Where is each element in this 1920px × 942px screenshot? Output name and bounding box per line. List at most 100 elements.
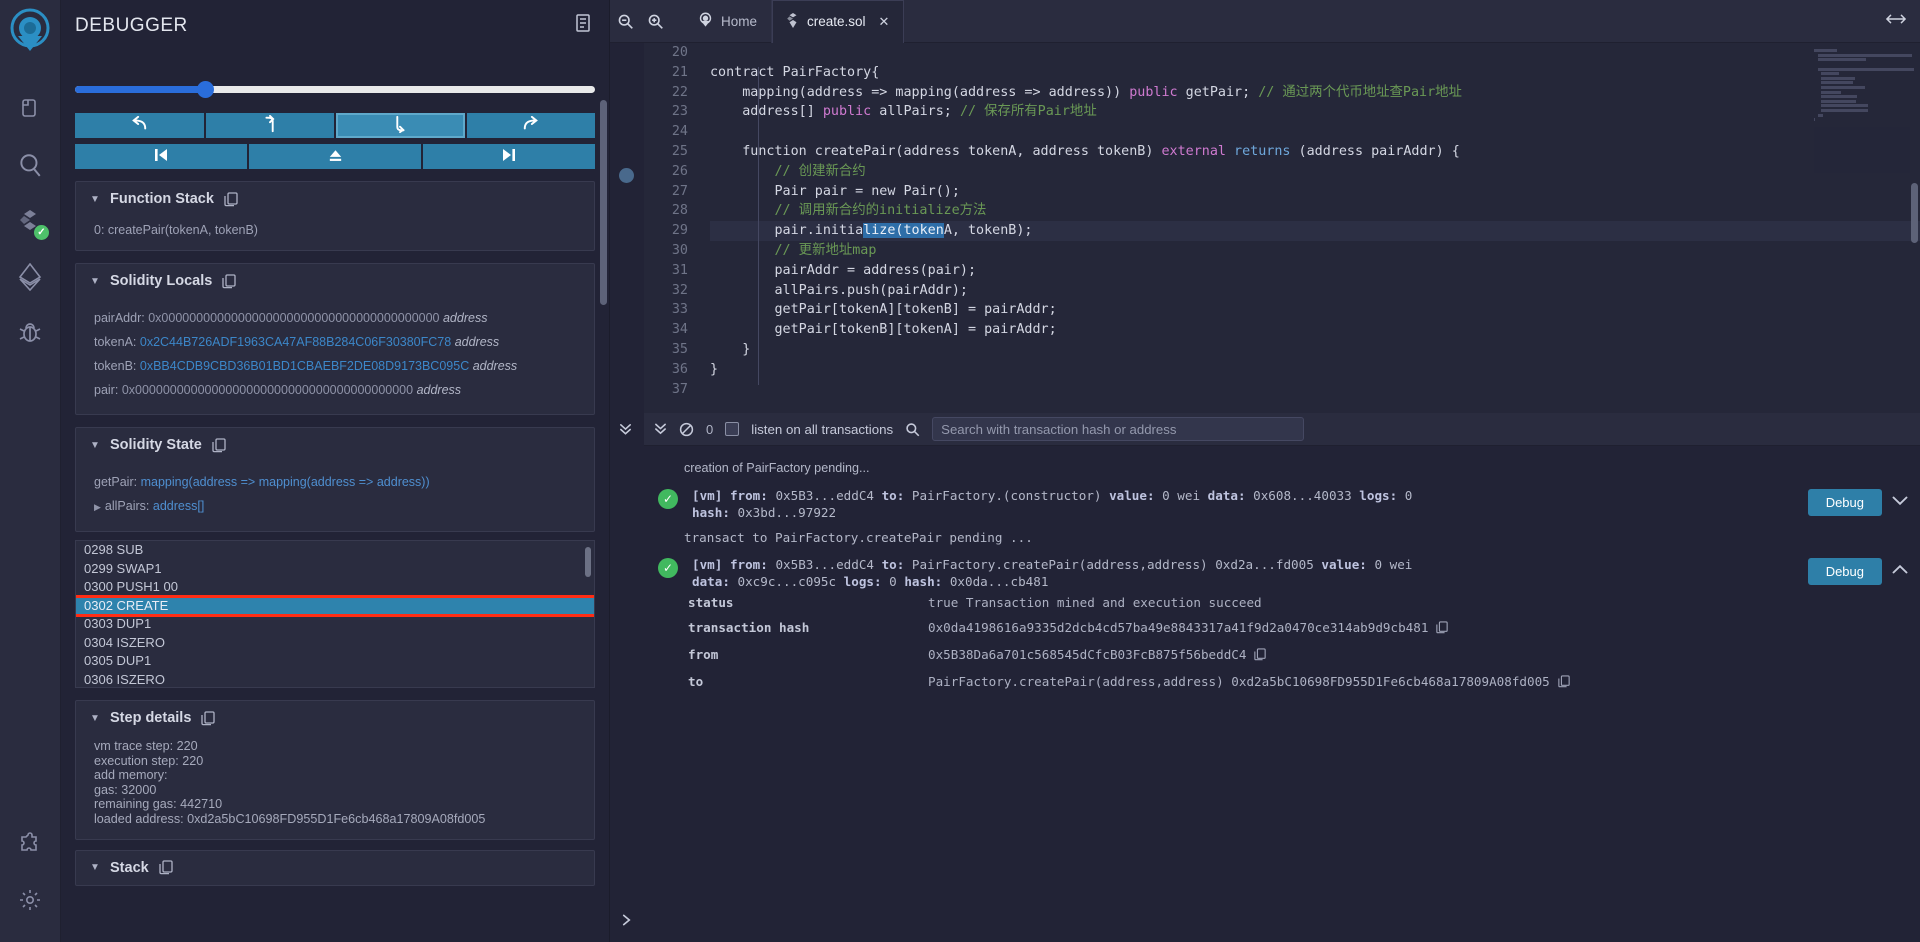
step-forward-button[interactable]	[467, 113, 596, 138]
editor-breakpoint-gutter[interactable]	[610, 43, 644, 413]
code-line[interactable]	[710, 43, 1920, 63]
editor-code-content[interactable]: contract PairFactory{ mapping(address =>…	[700, 43, 1920, 413]
remix-logo-icon[interactable]	[5, 6, 55, 61]
local-var-value: 0x2C44B726ADF1963CA47AF88B284C06F30380FC…	[140, 335, 451, 349]
zoom-out-icon[interactable]	[610, 0, 640, 43]
line-number: 26	[644, 162, 688, 182]
code-line[interactable]: // 创建新合约	[710, 162, 1920, 182]
opcode-row[interactable]: 0306 ISZERO	[76, 671, 594, 689]
code-line[interactable]	[710, 122, 1920, 142]
expand-editor-icon[interactable]	[1886, 12, 1920, 31]
breakpoint-marker-icon[interactable]	[619, 168, 634, 183]
search-icon[interactable]	[8, 143, 52, 187]
code-editor[interactable]: 202122232425262728293031323334353637 con…	[610, 43, 1920, 413]
code-line[interactable]	[710, 380, 1920, 400]
code-line[interactable]: contract PairFactory{	[710, 63, 1920, 83]
debugger-icon[interactable]	[8, 311, 52, 355]
opcode-list[interactable]: 0298 SUB0299 SWAP10300 PUSH1 000302 CREA…	[75, 540, 595, 688]
debug-button[interactable]: Debug	[1808, 489, 1882, 516]
step-details-header[interactable]: ▼ Step details	[76, 701, 594, 735]
tab-create-sol[interactable]: create.sol ✕	[772, 0, 904, 43]
copy-icon[interactable]	[1254, 648, 1266, 664]
copy-icon[interactable]	[222, 274, 236, 289]
code-line[interactable]: function createPair(address tokenA, addr…	[710, 142, 1920, 162]
page-title: DEBUGGER	[75, 15, 188, 37]
slider-thumb[interactable]	[197, 81, 214, 98]
code-line[interactable]: // 调用新合约的initialize方法	[710, 201, 1920, 221]
terminal-collapse-icon[interactable]	[618, 422, 633, 442]
copy-icon[interactable]	[1558, 675, 1570, 691]
solidity-locals-header[interactable]: ▼ Solidity Locals	[76, 264, 594, 298]
transaction-entry[interactable]: ✓[vm] from: 0x5B3...eddC4 to: PairFactor…	[644, 546, 1920, 590]
copy-icon[interactable]	[1436, 621, 1448, 637]
solidity-compiler-icon[interactable]: ✓	[8, 199, 52, 243]
opcode-row[interactable]: 0304 ISZERO	[76, 634, 594, 653]
deploy-run-icon[interactable]	[8, 255, 52, 299]
debugger-header: DEBUGGER	[61, 0, 609, 37]
code-line[interactable]: Pair pair = new Pair();	[710, 182, 1920, 202]
opcode-row[interactable]: 0300 PUSH1 00	[76, 578, 594, 597]
minimap-row	[1821, 91, 1841, 94]
step-out-button[interactable]	[206, 113, 335, 138]
code-line[interactable]: getPair[tokenA][tokenB] = pairAddr;	[710, 300, 1920, 320]
code-line[interactable]: // 更新地址map	[710, 241, 1920, 261]
plugin-manager-icon[interactable]	[8, 822, 52, 866]
debugger-panel-scrollbar[interactable]	[600, 100, 607, 305]
zoom-in-icon[interactable]	[640, 0, 670, 43]
opcode-row-selected[interactable]: 0302 CREATE	[76, 597, 594, 616]
detail-value: PairFactory.createPair(address,address) …	[928, 674, 1920, 691]
code-line[interactable]: pair.initialize(tokenA, tokenB);	[710, 221, 1920, 241]
chevron-double-down-icon[interactable]	[654, 422, 667, 436]
chevron-up-icon[interactable]	[1892, 562, 1908, 580]
line-number: 29	[644, 221, 688, 241]
listen-on-all-transactions-checkbox[interactable]	[725, 422, 739, 436]
settings-icon[interactable]	[8, 878, 52, 922]
opcode-row[interactable]: 0298 SUB	[76, 541, 594, 560]
code-line[interactable]: }	[710, 340, 1920, 360]
editor-minimap[interactable]	[1814, 43, 1910, 173]
code-line[interactable]: address[] public allPairs; // 保存所有Pair地址	[710, 102, 1920, 122]
opcode-row[interactable]: 0303 DUP1	[76, 615, 594, 634]
clear-console-icon[interactable]	[679, 422, 694, 437]
opcode-scrollbar[interactable]	[585, 547, 591, 577]
jump-next-breakpoint-button[interactable]	[423, 144, 595, 169]
opcode-row[interactable]: 0305 DUP1	[76, 652, 594, 671]
code-line[interactable]: mapping(address => mapping(address => ad…	[710, 83, 1920, 103]
file-explorer-icon[interactable]	[8, 87, 52, 131]
jump-to-previous-breakpoint-icon	[153, 148, 169, 165]
opcode-row[interactable]: 0299 SWAP1	[76, 560, 594, 579]
solidity-state-header[interactable]: ▼ Solidity State	[76, 428, 594, 462]
function-stack-header[interactable]: ▼ Function Stack	[76, 182, 594, 216]
transaction-search-input[interactable]	[932, 417, 1304, 441]
minimap-row	[1818, 54, 1913, 57]
stack-header[interactable]: ▼ Stack	[76, 851, 594, 885]
copy-icon[interactable]	[159, 860, 173, 875]
line-number: 36	[644, 360, 688, 380]
trace-slider[interactable]	[75, 81, 595, 99]
chevron-down-icon[interactable]	[1892, 493, 1908, 511]
editor-scrollbar[interactable]	[1911, 183, 1918, 243]
tab-home[interactable]: Home	[684, 0, 772, 43]
step-into-button[interactable]	[336, 113, 465, 138]
state-variable-row: getPair: mapping(address => mapping(addr…	[94, 470, 580, 494]
transaction-detail-row: statustrue Transaction mined and executi…	[644, 590, 1920, 615]
code-line[interactable]: getPair[tokenB][tokenA] = pairAddr;	[710, 320, 1920, 340]
state-variable-row[interactable]: ▶allPairs: address[]	[94, 494, 580, 519]
code-line[interactable]: }	[710, 360, 1920, 380]
close-icon[interactable]: ✕	[879, 14, 890, 30]
jump-out-button[interactable]	[249, 144, 421, 169]
line-number: 21	[644, 63, 688, 83]
copy-icon[interactable]	[212, 438, 226, 453]
search-icon[interactable]	[905, 422, 920, 437]
jump-previous-breakpoint-button[interactable]	[75, 144, 247, 169]
code-line[interactable]: pairAddr = address(pair);	[710, 261, 1920, 281]
code-line[interactable]: allPairs.push(pairAddr);	[710, 281, 1920, 301]
debug-button[interactable]: Debug	[1808, 558, 1882, 585]
line-number: 34	[644, 320, 688, 340]
pin-panel-icon[interactable]	[575, 14, 591, 37]
step-back-button[interactable]	[75, 113, 204, 138]
transaction-entry[interactable]: ✓[vm] from: 0x5B3...eddC4 to: PairFactor…	[644, 477, 1920, 521]
copy-icon[interactable]	[201, 711, 215, 726]
copy-icon[interactable]	[224, 192, 238, 207]
terminal-expand-icon[interactable]	[620, 913, 633, 932]
